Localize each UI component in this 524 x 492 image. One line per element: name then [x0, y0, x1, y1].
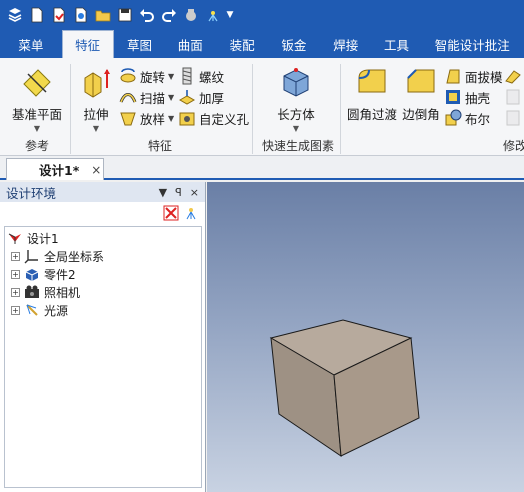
group-separator — [252, 64, 253, 154]
chevron-down-icon: ▼ — [168, 71, 175, 81]
chevron-down-icon: ▼ — [92, 124, 100, 133]
loft-button[interactable]: 放样 ▼ — [119, 108, 174, 128]
panel-toolbar — [0, 202, 205, 224]
group-separator — [340, 64, 341, 154]
document-tab-label: 设计1* — [39, 163, 80, 178]
light-source-icon — [26, 304, 38, 316]
tree-item-global-coordinates[interactable]: + 全局坐标系 — [11, 247, 104, 265]
loft-icon — [120, 112, 136, 126]
tree-root[interactable]: 设计1 — [7, 229, 59, 247]
sweep-icon — [119, 93, 137, 103]
render-icon[interactable] — [180, 4, 202, 26]
part-icon — [25, 269, 39, 281]
close-icon[interactable]: × — [91, 163, 101, 177]
shell-icon — [446, 90, 460, 104]
close-icon[interactable]: × — [190, 186, 199, 199]
box-button[interactable]: 长方体 ▼ — [270, 66, 322, 133]
custom-hole-icon — [179, 112, 195, 126]
thread-button[interactable]: 螺纹 — [178, 66, 224, 86]
tree-item-part[interactable]: + 零件2 — [11, 265, 76, 283]
customize-dropdown-icon[interactable]: ▼ — [224, 4, 236, 26]
3d-viewport[interactable] — [207, 182, 524, 492]
more-modify-icon[interactable] — [504, 66, 524, 86]
chevron-down-icon: ▼ — [168, 113, 175, 123]
tab-welding[interactable]: 焊接 — [319, 30, 373, 58]
group-label-reference: 参考 — [24, 139, 49, 153]
disabled-tool-icon — [504, 108, 524, 128]
tab-tools[interactable]: 工具 — [373, 30, 421, 58]
document-tab[interactable]: 设计1* × — [6, 158, 104, 180]
new-file-icon[interactable] — [26, 4, 48, 26]
ribbon-panel: 基准平面 ▼ 参考 拉伸 ▼ 旋转 ▼ 扫描 ▼ 放样 ▼ 螺纹 加厚 自定义孔 特征… — [0, 58, 524, 156]
panel-header: 设计环境 ▼ ꟼ × — [0, 182, 205, 202]
shell-button[interactable]: 抽壳 — [444, 87, 490, 107]
face-draft-button[interactable]: 面拔模 — [444, 66, 503, 86]
thicken-icon — [178, 90, 196, 105]
tab-smart-design[interactable]: 智能设计批注 — [420, 30, 524, 58]
revolve-icon — [120, 68, 136, 83]
open-file-icon[interactable] — [48, 4, 70, 26]
expand-icon[interactable]: + — [11, 305, 20, 315]
datum-plane-icon — [23, 69, 51, 97]
thicken-button[interactable]: 加厚 — [178, 87, 224, 107]
chamfer-button[interactable]: 边倒角 — [400, 66, 442, 123]
redo-icon[interactable] — [158, 4, 180, 26]
chevron-down-icon: ▼ — [33, 124, 41, 133]
tab-surface[interactable]: 曲面 — [165, 30, 215, 58]
chevron-down-icon: ▼ — [292, 124, 300, 133]
revolve-button[interactable]: 旋转 ▼ — [119, 66, 174, 86]
delete-icon[interactable] — [163, 205, 179, 221]
boolean-icon — [445, 109, 462, 126]
tab-menu[interactable]: 菜单 — [0, 30, 62, 58]
disabled-tool-icon — [504, 87, 524, 107]
tree-item-light[interactable]: + 光源 — [11, 301, 68, 319]
chevron-down-icon[interactable]: ▼ — [159, 186, 167, 199]
folder-icon[interactable] — [92, 4, 114, 26]
fillet-button[interactable]: 圆角过渡 — [346, 66, 398, 123]
chevron-down-icon: ▼ — [168, 92, 175, 102]
design-environment-panel: 设计环境 ▼ ꟼ × 设计1 + 全局坐标系 + 零件2 + 照相机 + 光源 — [0, 182, 206, 492]
ribbon-tabs: 菜单 特征 草图 曲面 装配 钣金 焊接 工具 智能设计批注 — [0, 30, 524, 58]
expand-icon[interactable]: + — [11, 251, 20, 261]
cube-model[interactable] — [207, 182, 524, 492]
extrude-button[interactable]: 拉伸 ▼ — [76, 66, 116, 133]
thread-icon — [182, 67, 192, 85]
undo-icon[interactable] — [136, 4, 158, 26]
tab-sketch[interactable]: 草图 — [114, 30, 166, 58]
lighting-icon[interactable] — [202, 4, 224, 26]
quick-access-toolbar: ▼ — [0, 0, 524, 30]
tree-item-camera[interactable]: + 照相机 — [11, 283, 80, 301]
datum-plane-button[interactable]: 基准平面 ▼ — [8, 66, 66, 133]
coordinate-system-icon — [24, 250, 38, 264]
panel-title: 设计环境 — [6, 185, 57, 201]
camera-icon — [25, 285, 39, 298]
group-label-modify: 修改 — [502, 139, 524, 153]
design-tree: 设计1 + 全局坐标系 + 零件2 + 照相机 + 光源 — [4, 226, 202, 488]
chamfer-icon — [407, 69, 435, 93]
save-icon[interactable] — [114, 4, 136, 26]
extrude-icon — [84, 69, 110, 98]
expand-icon[interactable]: + — [11, 287, 20, 297]
document-tab-strip: 设计1* × — [0, 156, 524, 180]
group-label-feature: 特征 — [147, 139, 172, 153]
custom-hole-button[interactable]: 自定义孔 — [178, 108, 249, 128]
expand-icon[interactable]: + — [11, 269, 20, 279]
import-icon[interactable] — [70, 4, 92, 26]
group-separator — [70, 64, 71, 154]
pin-icon[interactable]: ꟼ — [175, 186, 182, 199]
design-icon — [8, 233, 21, 244]
boolean-button[interactable]: 布尔 — [444, 108, 490, 128]
face-draft-icon — [446, 69, 460, 84]
tab-sheet-metal[interactable]: 钣金 — [269, 30, 319, 58]
lighting-icon[interactable] — [183, 205, 199, 221]
fillet-icon — [358, 69, 386, 93]
box-icon — [283, 68, 309, 97]
tab-feature[interactable]: 特征 — [61, 30, 114, 58]
sweep-button[interactable]: 扫描 ▼ — [119, 87, 174, 107]
app-menu-icon[interactable] — [4, 4, 26, 26]
group-label-quick: 快速生成图素 — [261, 139, 334, 153]
tab-assembly[interactable]: 装配 — [215, 30, 269, 58]
